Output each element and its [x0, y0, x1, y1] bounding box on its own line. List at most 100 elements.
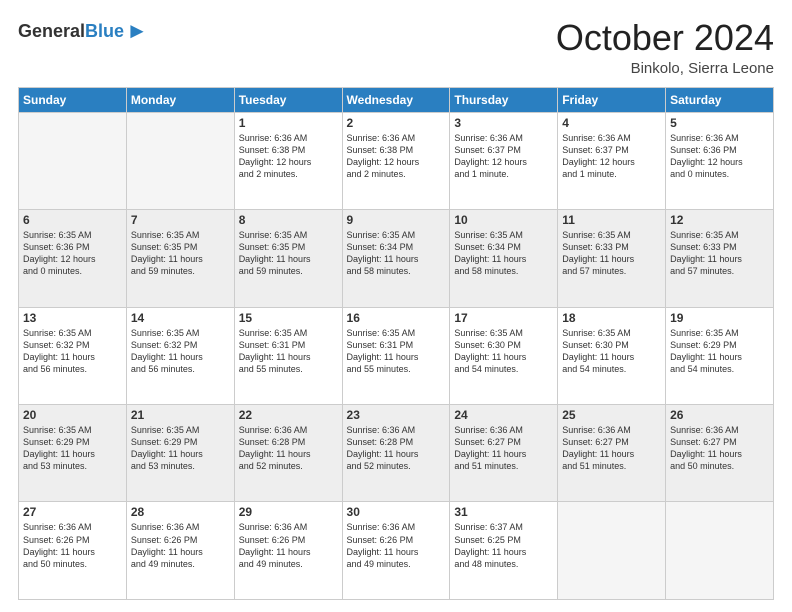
day-number: 22: [239, 408, 338, 422]
calendar-day-cell: 28Sunrise: 6:36 AM Sunset: 6:26 PM Dayli…: [126, 502, 234, 600]
day-info: Sunrise: 6:36 AM Sunset: 6:37 PM Dayligh…: [562, 132, 661, 181]
day-number: 10: [454, 213, 553, 227]
day-number: 9: [347, 213, 446, 227]
day-number: 17: [454, 311, 553, 325]
day-number: 2: [347, 116, 446, 130]
calendar-table: Sunday Monday Tuesday Wednesday Thursday…: [18, 87, 774, 600]
day-number: 19: [670, 311, 769, 325]
calendar-day-cell: 8Sunrise: 6:35 AM Sunset: 6:35 PM Daylig…: [234, 210, 342, 307]
day-number: 23: [347, 408, 446, 422]
page: General Blue ► October 2024 Binkolo, Sie…: [0, 0, 792, 612]
header-saturday: Saturday: [666, 87, 774, 112]
calendar-day-cell: 11 Sunrise: 6:35 AM Sunset: 6:33 PM Dayli…: [558, 210, 666, 307]
calendar-week-row: 27 Sunrise: 6:36 AM Sunset: 6:26 PM Dayli…: [19, 502, 774, 600]
day-info: Sunrise: 6:35 AM Sunset: 6:33 PM Dayligh…: [562, 229, 661, 278]
calendar-day-cell: 3 Sunrise: 6:36 AM Sunset: 6:37 PM Daylig…: [450, 112, 558, 209]
calendar-day-cell: 1Sunrise: 6:36 AM Sunset: 6:38 PM Daylig…: [234, 112, 342, 209]
title-section: October 2024 Binkolo, Sierra Leone: [556, 18, 774, 77]
calendar-day-cell: 14Sunrise: 6:35 AM Sunset: 6:32 PM Dayli…: [126, 307, 234, 404]
calendar-day-cell: 6 Sunrise: 6:35 AM Sunset: 6:36 PM Daylig…: [19, 210, 127, 307]
calendar-week-row: 6 Sunrise: 6:35 AM Sunset: 6:36 PM Daylig…: [19, 210, 774, 307]
calendar-day-cell: 23 Sunrise: 6:36 AM Sunset: 6:28 PM Dayli…: [342, 405, 450, 502]
day-info: Sunrise: 6:36 AM Sunset: 6:27 PM Dayligh…: [670, 424, 769, 473]
day-info: Sunrise: 6:35 AM Sunset: 6:36 PM Dayligh…: [23, 229, 122, 278]
day-number: 15: [239, 311, 338, 325]
day-info: Sunrise: 6:35 AM Sunset: 6:34 PM Dayligh…: [454, 229, 553, 278]
calendar-day-cell: 26 Sunrise: 6:36 AM Sunset: 6:27 PM Dayli…: [666, 405, 774, 502]
calendar-day-cell: 20Sunrise: 6:35 AM Sunset: 6:29 PM Dayli…: [19, 405, 127, 502]
calendar-day-cell: [558, 502, 666, 600]
day-info: Sunrise: 6:35 AM Sunset: 6:32 PM Dayligh…: [23, 327, 122, 376]
calendar-day-cell: 29Sunrise: 6:36 AM Sunset: 6:26 PM Dayli…: [234, 502, 342, 600]
day-info: Sunrise: 6:36 AM Sunset: 6:36 PM Dayligh…: [670, 132, 769, 181]
day-number: 6: [23, 213, 122, 227]
day-info: Sunrise: 6:35 AM Sunset: 6:29 PM Dayligh…: [23, 424, 122, 473]
calendar-day-cell: 13Sunrise: 6:35 AM Sunset: 6:32 PM Dayli…: [19, 307, 127, 404]
day-number: 7: [131, 213, 230, 227]
day-info: Sunrise: 6:35 AM Sunset: 6:34 PM Dayligh…: [347, 229, 446, 278]
header-thursday: Thursday: [450, 87, 558, 112]
day-info: Sunrise: 6:35 AM Sunset: 6:33 PM Dayligh…: [670, 229, 769, 278]
day-number: 30: [347, 505, 446, 519]
day-info: Sunrise: 6:36 AM Sunset: 6:27 PM Dayligh…: [454, 424, 553, 473]
logo-arrow-icon: ►: [126, 18, 148, 44]
day-info: Sunrise: 6:36 AM Sunset: 6:38 PM Dayligh…: [239, 132, 338, 181]
header-wednesday: Wednesday: [342, 87, 450, 112]
calendar-day-cell: 17Sunrise: 6:35 AM Sunset: 6:30 PM Dayli…: [450, 307, 558, 404]
day-number: 3: [454, 116, 553, 130]
day-number: 14: [131, 311, 230, 325]
day-number: 11: [562, 213, 661, 227]
location-text: Binkolo, Sierra Leone: [556, 60, 774, 77]
calendar-day-cell: [126, 112, 234, 209]
calendar-day-cell: [19, 112, 127, 209]
day-info: Sunrise: 6:35 AM Sunset: 6:35 PM Dayligh…: [239, 229, 338, 278]
day-number: 12: [670, 213, 769, 227]
day-number: 28: [131, 505, 230, 519]
day-info: Sunrise: 6:36 AM Sunset: 6:28 PM Dayligh…: [347, 424, 446, 473]
header-sunday: Sunday: [19, 87, 127, 112]
day-number: 18: [562, 311, 661, 325]
day-info: Sunrise: 6:35 AM Sunset: 6:29 PM Dayligh…: [131, 424, 230, 473]
day-number: 24: [454, 408, 553, 422]
day-number: 25: [562, 408, 661, 422]
day-info: Sunrise: 6:35 AM Sunset: 6:29 PM Dayligh…: [670, 327, 769, 376]
calendar-week-row: 1Sunrise: 6:36 AM Sunset: 6:38 PM Daylig…: [19, 112, 774, 209]
calendar-week-row: 13Sunrise: 6:35 AM Sunset: 6:32 PM Dayli…: [19, 307, 774, 404]
day-info: Sunrise: 6:35 AM Sunset: 6:31 PM Dayligh…: [239, 327, 338, 376]
calendar-day-cell: 12 Sunrise: 6:35 AM Sunset: 6:33 PM Dayli…: [666, 210, 774, 307]
calendar-day-cell: 15 Sunrise: 6:35 AM Sunset: 6:31 PM Dayli…: [234, 307, 342, 404]
calendar-day-cell: 18 Sunrise: 6:35 AM Sunset: 6:30 PM Dayli…: [558, 307, 666, 404]
header-monday: Monday: [126, 87, 234, 112]
calendar-day-cell: 9 Sunrise: 6:35 AM Sunset: 6:34 PM Daylig…: [342, 210, 450, 307]
day-info: Sunrise: 6:36 AM Sunset: 6:37 PM Dayligh…: [454, 132, 553, 181]
day-info: Sunrise: 6:35 AM Sunset: 6:35 PM Dayligh…: [131, 229, 230, 278]
calendar-day-cell: 4 Sunrise: 6:36 AM Sunset: 6:37 PM Daylig…: [558, 112, 666, 209]
header-tuesday: Tuesday: [234, 87, 342, 112]
calendar-day-cell: 24 Sunrise: 6:36 AM Sunset: 6:27 PM Dayli…: [450, 405, 558, 502]
day-info: Sunrise: 6:35 AM Sunset: 6:30 PM Dayligh…: [562, 327, 661, 376]
day-info: Sunrise: 6:36 AM Sunset: 6:26 PM Dayligh…: [347, 521, 446, 570]
logo: General Blue ►: [18, 18, 148, 44]
calendar-day-cell: 31 Sunrise: 6:37 AM Sunset: 6:25 PM Dayli…: [450, 502, 558, 600]
calendar-week-row: 20Sunrise: 6:35 AM Sunset: 6:29 PM Dayli…: [19, 405, 774, 502]
logo-blue-text: Blue: [85, 21, 124, 42]
calendar-day-cell: 16 Sunrise: 6:35 AM Sunset: 6:31 PM Dayli…: [342, 307, 450, 404]
calendar-day-cell: 5 Sunrise: 6:36 AM Sunset: 6:36 PM Daylig…: [666, 112, 774, 209]
day-info: Sunrise: 6:37 AM Sunset: 6:25 PM Dayligh…: [454, 521, 553, 570]
calendar-day-cell: 2Sunrise: 6:36 AM Sunset: 6:38 PM Daylig…: [342, 112, 450, 209]
day-number: 16: [347, 311, 446, 325]
day-info: Sunrise: 6:36 AM Sunset: 6:26 PM Dayligh…: [23, 521, 122, 570]
day-info: Sunrise: 6:36 AM Sunset: 6:26 PM Dayligh…: [239, 521, 338, 570]
calendar-day-cell: 10 Sunrise: 6:35 AM Sunset: 6:34 PM Dayli…: [450, 210, 558, 307]
day-number: 21: [131, 408, 230, 422]
day-info: Sunrise: 6:35 AM Sunset: 6:31 PM Dayligh…: [347, 327, 446, 376]
calendar-day-cell: 30 Sunrise: 6:36 AM Sunset: 6:26 PM Dayli…: [342, 502, 450, 600]
calendar-day-cell: 22Sunrise: 6:36 AM Sunset: 6:28 PM Dayli…: [234, 405, 342, 502]
day-number: 26: [670, 408, 769, 422]
day-number: 27: [23, 505, 122, 519]
header: General Blue ► October 2024 Binkolo, Sie…: [18, 18, 774, 77]
day-number: 4: [562, 116, 661, 130]
day-number: 31: [454, 505, 553, 519]
day-info: Sunrise: 6:36 AM Sunset: 6:27 PM Dayligh…: [562, 424, 661, 473]
day-number: 5: [670, 116, 769, 130]
